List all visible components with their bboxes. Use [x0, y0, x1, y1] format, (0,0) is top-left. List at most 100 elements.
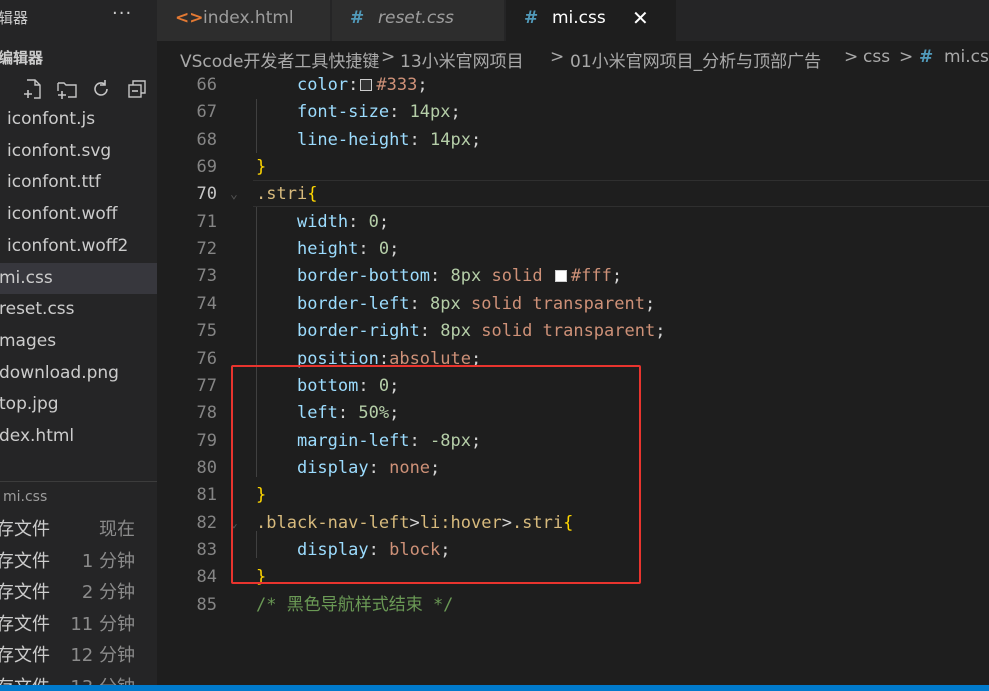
file-label: mi.css [0, 267, 53, 288]
breadcrumb-item[interactable]: css [863, 47, 890, 67]
code-text: height: 0; [256, 236, 399, 263]
file-item[interactable]: iconfont.woff2 [0, 231, 157, 262]
code-token: : [419, 321, 441, 342]
timeline-item[interactable]: 存文件 13 分钟 [0, 672, 157, 685]
code-token: ; [450, 102, 461, 123]
sidebar-section-title[interactable]: 编辑器 [0, 47, 43, 68]
tab-label: index.html [203, 8, 294, 28]
chevron-right-icon: > [844, 47, 859, 67]
timeline-item-label: 存文件 [0, 550, 50, 572]
file-item[interactable]: mages [0, 326, 157, 357]
tab-reset-css[interactable]: # reset.css [332, 0, 504, 41]
line-number: 85 [196, 594, 217, 615]
file-item[interactable]: mi.css [0, 262, 157, 294]
breadcrumb-item[interactable]: 13小米官网项目 [400, 47, 524, 72]
code-token: ; [611, 266, 623, 287]
code-line: 73 border-bottom: 8px solid #fff; [157, 263, 989, 290]
code-token: : [409, 129, 431, 150]
code-text: /* 黑色导航样式结束 */ [256, 592, 453, 619]
timeline-item[interactable]: 存文件 11 分钟 [0, 609, 157, 640]
code-token: #333 [376, 75, 418, 95]
code-token: 14px [409, 102, 451, 123]
code-line: 68 line-height: 14px; [157, 127, 989, 154]
line-number: 83 [196, 539, 217, 560]
code-token: font-size [296, 102, 390, 123]
code-token: ; [644, 293, 656, 314]
new-folder-icon[interactable] [56, 78, 78, 100]
file-label: top.jpg [0, 394, 59, 415]
line-number: 77 [196, 375, 217, 396]
file-item[interactable]: reset.css [0, 294, 157, 325]
code-line: 72 height: 0; [157, 236, 989, 263]
code-line: 85 /* 黑色导航样式结束 */ [157, 592, 989, 619]
file-item[interactable]: iconfont.svg [0, 136, 157, 167]
line-number: 70 [196, 184, 217, 205]
file-item[interactable]: download.png [0, 358, 157, 389]
code-line: 67 font-size: 14px; [157, 99, 989, 126]
code-token: { [307, 184, 318, 205]
refresh-icon[interactable] [90, 78, 112, 100]
code-token: solid transparent [470, 321, 656, 342]
code-token: 8px [440, 321, 471, 342]
timeline-item-time: 11 分钟 [70, 613, 135, 635]
css-file-icon: # [524, 8, 539, 28]
tab-mi-css[interactable]: # mi.css ✕ [506, 0, 676, 41]
code-token: height [296, 239, 359, 260]
code-token: } [256, 157, 267, 178]
code-token: : [348, 211, 369, 232]
timeline-item-time: 13 分钟 [70, 672, 135, 685]
fold-chevron-icon[interactable]: ⌄ [230, 181, 238, 208]
timeline-item[interactable]: 存文件 12 分钟 [0, 640, 157, 671]
breadcrumb-item[interactable]: 01小米官网项目_分析与顶部广告 [570, 47, 821, 72]
file-item[interactable]: iconfont.woff [0, 199, 157, 230]
line-number: 75 [196, 321, 217, 342]
collapse-all-icon[interactable] [126, 78, 148, 100]
code-token: ; [470, 129, 482, 150]
file-item[interactable]: iconfont.ttf [0, 167, 157, 198]
code-token: 8px [450, 266, 482, 287]
code-line: 70 ⌄ .stri{ [157, 181, 989, 208]
color-swatch[interactable] [554, 270, 567, 283]
code-line: 66 color: #333; [157, 72, 989, 99]
code-token: solid transparent [460, 293, 645, 314]
breadcrumb-file[interactable]: mi.css [944, 47, 989, 67]
code-token: ; [389, 239, 400, 260]
file-item[interactable]: dex.html [0, 421, 157, 452]
code-text: color: #333; [256, 72, 428, 99]
line-number: 76 [196, 348, 217, 369]
close-icon[interactable]: ✕ [632, 0, 649, 36]
breadcrumb-item[interactable]: VScode开发者工具快捷键 [180, 47, 379, 72]
timeline-title[interactable]: mi.css [3, 489, 47, 505]
timeline-item[interactable]: 存文件 现在 [0, 514, 157, 545]
timeline-item-time: 12 分钟 [70, 645, 135, 667]
line-number: 68 [196, 129, 217, 150]
editor-tab-bar: <> index.html # reset.css # mi.css ✕ [157, 0, 989, 41]
code-token: : [389, 102, 410, 123]
chevron-right-icon: > [899, 47, 914, 67]
timeline-item-label: 存文件 [0, 613, 50, 635]
line-number: 66 [196, 75, 217, 95]
line-number: 78 [196, 403, 217, 424]
panel-divider [0, 481, 157, 482]
code-token: 0 [378, 239, 390, 260]
line-number: 72 [196, 239, 217, 260]
file-label: iconfont.svg [7, 140, 112, 161]
more-actions-icon[interactable]: ··· [112, 3, 132, 24]
code-editor[interactable]: 66 color: #333; 67 font-size: 14px; 68 line… [157, 72, 989, 685]
file-label: mages [0, 330, 57, 351]
tab-index-html[interactable]: <> index.html [157, 0, 330, 41]
timeline-item-label: 存文件 [0, 645, 50, 667]
new-file-icon[interactable] [22, 78, 44, 100]
file-item[interactable]: top.jpg [0, 389, 157, 420]
file-item[interactable]: iconfont.js [0, 104, 157, 135]
line-number: 81 [196, 485, 217, 506]
code-token: color [296, 75, 349, 95]
color-swatch[interactable] [360, 79, 373, 91]
timeline-item[interactable]: 存文件 1 分钟 [0, 546, 157, 577]
timeline-item[interactable]: 存文件 2 分钟 [0, 577, 157, 608]
